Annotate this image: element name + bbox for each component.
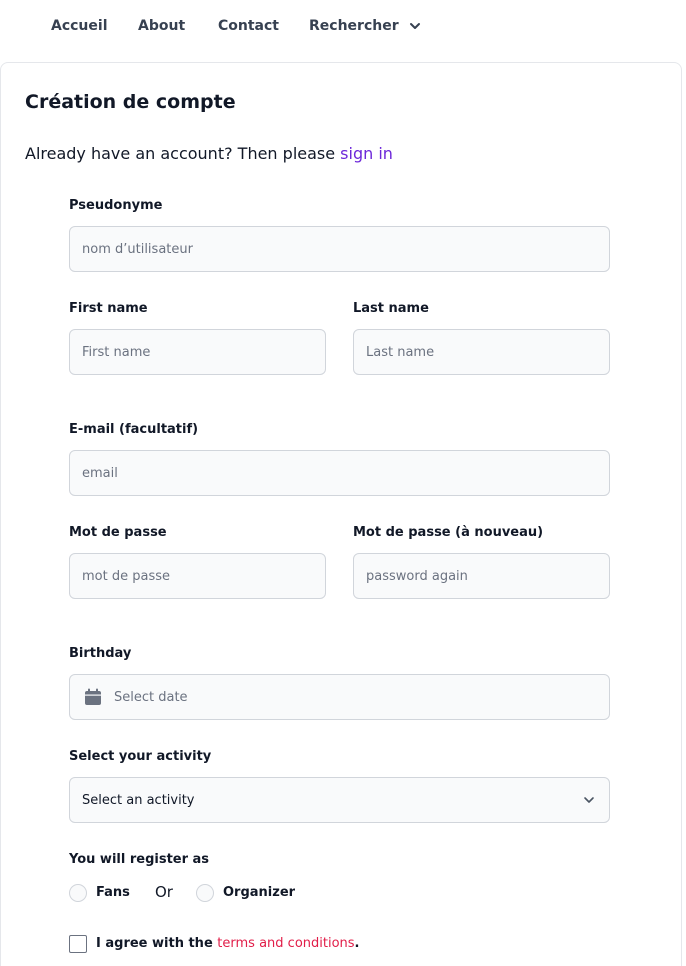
birthday-datepicker[interactable]: Select date: [69, 674, 610, 720]
first-name-label: First name: [69, 301, 148, 316]
username-input[interactable]: [70, 227, 609, 271]
fans-radio[interactable]: [69, 884, 87, 902]
page-title: Création de compte: [25, 91, 236, 113]
password-again-field-wrapper: [353, 553, 610, 599]
username-label: Pseudonyme: [69, 198, 163, 213]
nav-item-rechercher-label: Rechercher: [309, 18, 399, 34]
terms-link[interactable]: terms and conditions: [217, 936, 354, 951]
chevron-down-icon: [410, 23, 421, 29]
register-as-label: You will register as: [69, 852, 210, 867]
nav-item-about[interactable]: About: [138, 18, 185, 34]
organizer-radio-label: Organizer: [223, 885, 296, 900]
nav-item-rechercher[interactable]: Rechercher: [309, 18, 421, 34]
last-name-label: Last name: [353, 301, 429, 316]
nav-item-accueil[interactable]: Accueil: [51, 18, 108, 34]
signin-prompt-text: Already have an account? Then please: [25, 144, 341, 163]
first-name-field-wrapper: [69, 329, 326, 375]
password-again-label: Mot de passe (à nouveau): [353, 525, 544, 540]
activity-selected-value: Select an activity: [82, 792, 195, 808]
top-nav: Accueil About Contact Rechercher: [0, 0, 686, 56]
activity-select[interactable]: Select an activity: [69, 777, 610, 823]
email-field-wrapper: [69, 450, 610, 496]
email-input[interactable]: [70, 451, 609, 495]
nav-item-contact[interactable]: Contact: [218, 18, 279, 34]
terms-label: I agree with the terms and conditions.: [96, 936, 360, 951]
calendar-icon: [85, 688, 101, 705]
first-name-input[interactable]: [70, 330, 325, 374]
username-field-wrapper: [69, 226, 610, 272]
terms-text: I agree with the: [96, 936, 218, 951]
signin-prompt: Already have an account? Then please sig…: [25, 144, 393, 163]
organizer-radio[interactable]: [196, 884, 214, 902]
birthday-placeholder: Select date: [114, 689, 188, 705]
signin-link[interactable]: sign in: [340, 144, 393, 163]
chevron-down-icon: [584, 797, 594, 803]
last-name-field-wrapper: [353, 329, 610, 375]
birthday-label: Birthday: [69, 646, 132, 661]
fans-radio-label: Fans: [96, 885, 130, 900]
activity-label: Select your activity: [69, 749, 212, 764]
password-label: Mot de passe: [69, 525, 167, 540]
terms-suffix: .: [354, 936, 360, 951]
email-label: E-mail (facultatif): [69, 422, 199, 437]
terms-checkbox[interactable]: [69, 935, 87, 953]
password-field-wrapper: [69, 553, 326, 599]
last-name-input[interactable]: [354, 330, 609, 374]
password-input[interactable]: [70, 554, 325, 598]
password-again-input[interactable]: [354, 554, 609, 598]
or-separator: Or: [155, 883, 173, 901]
